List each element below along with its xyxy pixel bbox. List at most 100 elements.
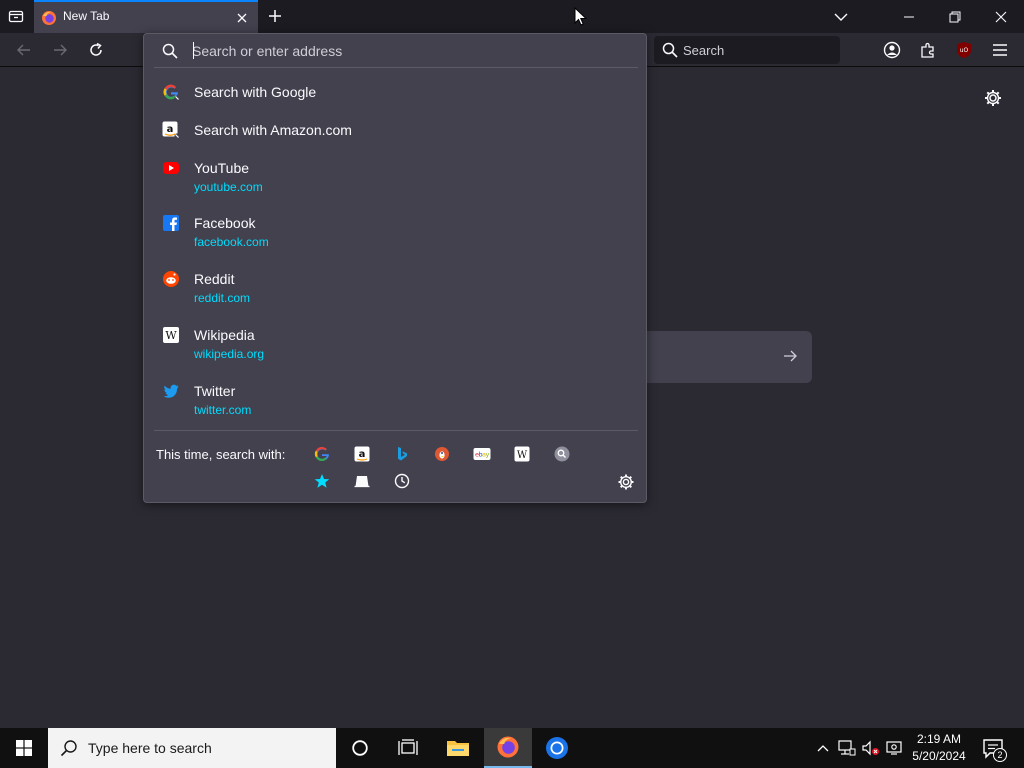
notification-count-badge: 2 bbox=[993, 748, 1007, 762]
extensions-button[interactable] bbox=[915, 37, 941, 63]
network-icon bbox=[838, 740, 856, 756]
tabs-search-button[interactable] bbox=[352, 471, 372, 491]
minimize-icon bbox=[904, 16, 914, 17]
result-wikipedia[interactable]: W Wikipedia wikipedia.org bbox=[154, 326, 638, 364]
firefox-taskbar-button[interactable] bbox=[484, 728, 532, 768]
result-search-amazon[interactable]: a Search with Amazon.com bbox=[154, 121, 638, 143]
result-title: Search with Google bbox=[194, 84, 317, 100]
file-explorer-button[interactable] bbox=[434, 728, 482, 768]
volume-muted-icon bbox=[862, 740, 879, 756]
result-url: reddit.com bbox=[194, 291, 251, 305]
bookmarks-search-button[interactable] bbox=[312, 471, 332, 491]
result-youtube[interactable]: YouTube youtube.com bbox=[154, 159, 638, 197]
facebook-icon bbox=[163, 215, 179, 231]
search-icon bbox=[162, 43, 178, 59]
arrow-right-icon[interactable] bbox=[782, 348, 798, 364]
ebay-icon: ebay bbox=[473, 448, 491, 460]
svg-text:W: W bbox=[517, 450, 528, 461]
volume-tray-button[interactable] bbox=[861, 738, 881, 758]
close-window-button[interactable] bbox=[978, 0, 1024, 33]
network-tray-button[interactable] bbox=[837, 738, 857, 758]
chrome-taskbar-button[interactable] bbox=[533, 728, 581, 768]
task-view-button[interactable] bbox=[384, 728, 432, 768]
svg-text:uO: uO bbox=[960, 47, 969, 54]
firefox-icon bbox=[42, 11, 56, 25]
search-settings-icon[interactable] bbox=[616, 472, 636, 492]
app-menu-button[interactable] bbox=[987, 37, 1013, 63]
engine-wikipedia-button[interactable]: W bbox=[512, 444, 532, 464]
result-title: Twitter bbox=[194, 383, 236, 399]
result-twitter[interactable]: Twitter twitter.com bbox=[154, 382, 638, 420]
result-reddit[interactable]: Reddit reddit.com bbox=[154, 270, 638, 308]
firefox-view-button[interactable] bbox=[4, 4, 28, 28]
result-title: YouTube bbox=[194, 160, 250, 176]
result-title: Reddit bbox=[194, 271, 235, 287]
close-tab-icon[interactable] bbox=[234, 10, 250, 26]
puzzle-icon bbox=[921, 42, 934, 58]
chrome-icon bbox=[546, 737, 568, 759]
magnifier-icon bbox=[554, 446, 570, 462]
history-search-button[interactable] bbox=[392, 471, 412, 491]
engine-search-button[interactable] bbox=[552, 444, 572, 464]
google-icon bbox=[314, 446, 329, 462]
engine-ebay-button[interactable]: ebay bbox=[472, 444, 492, 464]
result-url: youtube.com bbox=[194, 180, 263, 194]
google-icon bbox=[163, 84, 180, 101]
duckduckgo-icon bbox=[435, 447, 449, 461]
taskbar-clock[interactable]: 2:19 AM 5/20/2024 bbox=[906, 731, 972, 765]
chevron-up-icon bbox=[817, 745, 829, 752]
personalize-settings-icon[interactable] bbox=[983, 88, 1003, 108]
twitter-icon bbox=[163, 384, 179, 398]
one-off-label: This time, search with: bbox=[156, 447, 286, 462]
bing-icon bbox=[398, 447, 407, 461]
account-button[interactable] bbox=[879, 37, 905, 63]
tab-strip: New Tab bbox=[0, 0, 1024, 33]
show-hidden-icons-button[interactable] bbox=[813, 738, 833, 758]
result-url: wikipedia.org bbox=[194, 347, 265, 361]
result-title: Wikipedia bbox=[194, 327, 255, 343]
search-bar-placeholder: Search bbox=[683, 43, 725, 58]
star-icon bbox=[314, 474, 330, 488]
hamburger-menu-icon bbox=[993, 44, 1007, 56]
back-button[interactable] bbox=[11, 37, 37, 63]
folder-icon bbox=[447, 741, 469, 756]
tab-new-tab[interactable]: New Tab bbox=[34, 0, 258, 33]
new-tab-button[interactable] bbox=[264, 5, 286, 27]
cortana-icon bbox=[352, 740, 368, 756]
reddit-icon bbox=[163, 271, 179, 287]
amazon-icon: a bbox=[162, 121, 180, 139]
minimize-button[interactable] bbox=[886, 0, 932, 33]
result-title: Search with Amazon.com bbox=[194, 122, 352, 138]
one-off-divider bbox=[154, 430, 638, 431]
restore-icon bbox=[949, 11, 961, 22]
task-view-icon bbox=[398, 739, 418, 755]
plus-icon bbox=[269, 10, 281, 22]
result-title: Facebook bbox=[194, 215, 256, 231]
ublock-icon: uO bbox=[957, 42, 971, 58]
reload-icon bbox=[90, 42, 102, 56]
reload-button[interactable] bbox=[83, 37, 109, 63]
forward-button[interactable] bbox=[47, 37, 73, 63]
engine-google-button[interactable] bbox=[312, 444, 332, 464]
action-tray-button[interactable] bbox=[885, 738, 905, 758]
list-all-tabs-button[interactable] bbox=[818, 0, 864, 33]
text-caret bbox=[193, 42, 194, 59]
search-bar[interactable]: Search bbox=[654, 36, 840, 64]
svg-text:y: y bbox=[486, 451, 490, 459]
urlbar-dropdown: Search with Google a Search with Amazon.… bbox=[143, 33, 647, 503]
restore-button[interactable] bbox=[932, 0, 978, 33]
result-facebook[interactable]: Facebook facebook.com bbox=[154, 214, 638, 252]
engine-amazon-button[interactable]: a bbox=[352, 444, 372, 464]
wikipedia-icon: W bbox=[163, 327, 179, 343]
engine-bing-button[interactable] bbox=[392, 444, 412, 464]
result-search-google[interactable]: Search with Google bbox=[154, 83, 638, 105]
taskbar: Type here to search 2:19 AM 5/20/2024 2 bbox=[0, 728, 1024, 768]
cortana-button[interactable] bbox=[336, 728, 384, 768]
result-url: facebook.com bbox=[194, 235, 269, 249]
start-button[interactable] bbox=[0, 728, 48, 768]
svg-text:W: W bbox=[165, 329, 177, 342]
taskbar-search-box[interactable]: Type here to search bbox=[48, 728, 336, 768]
ublock-origin-button[interactable]: uO bbox=[951, 37, 977, 63]
engine-duckduckgo-button[interactable] bbox=[432, 444, 452, 464]
urlbar-input[interactable] bbox=[192, 42, 632, 60]
